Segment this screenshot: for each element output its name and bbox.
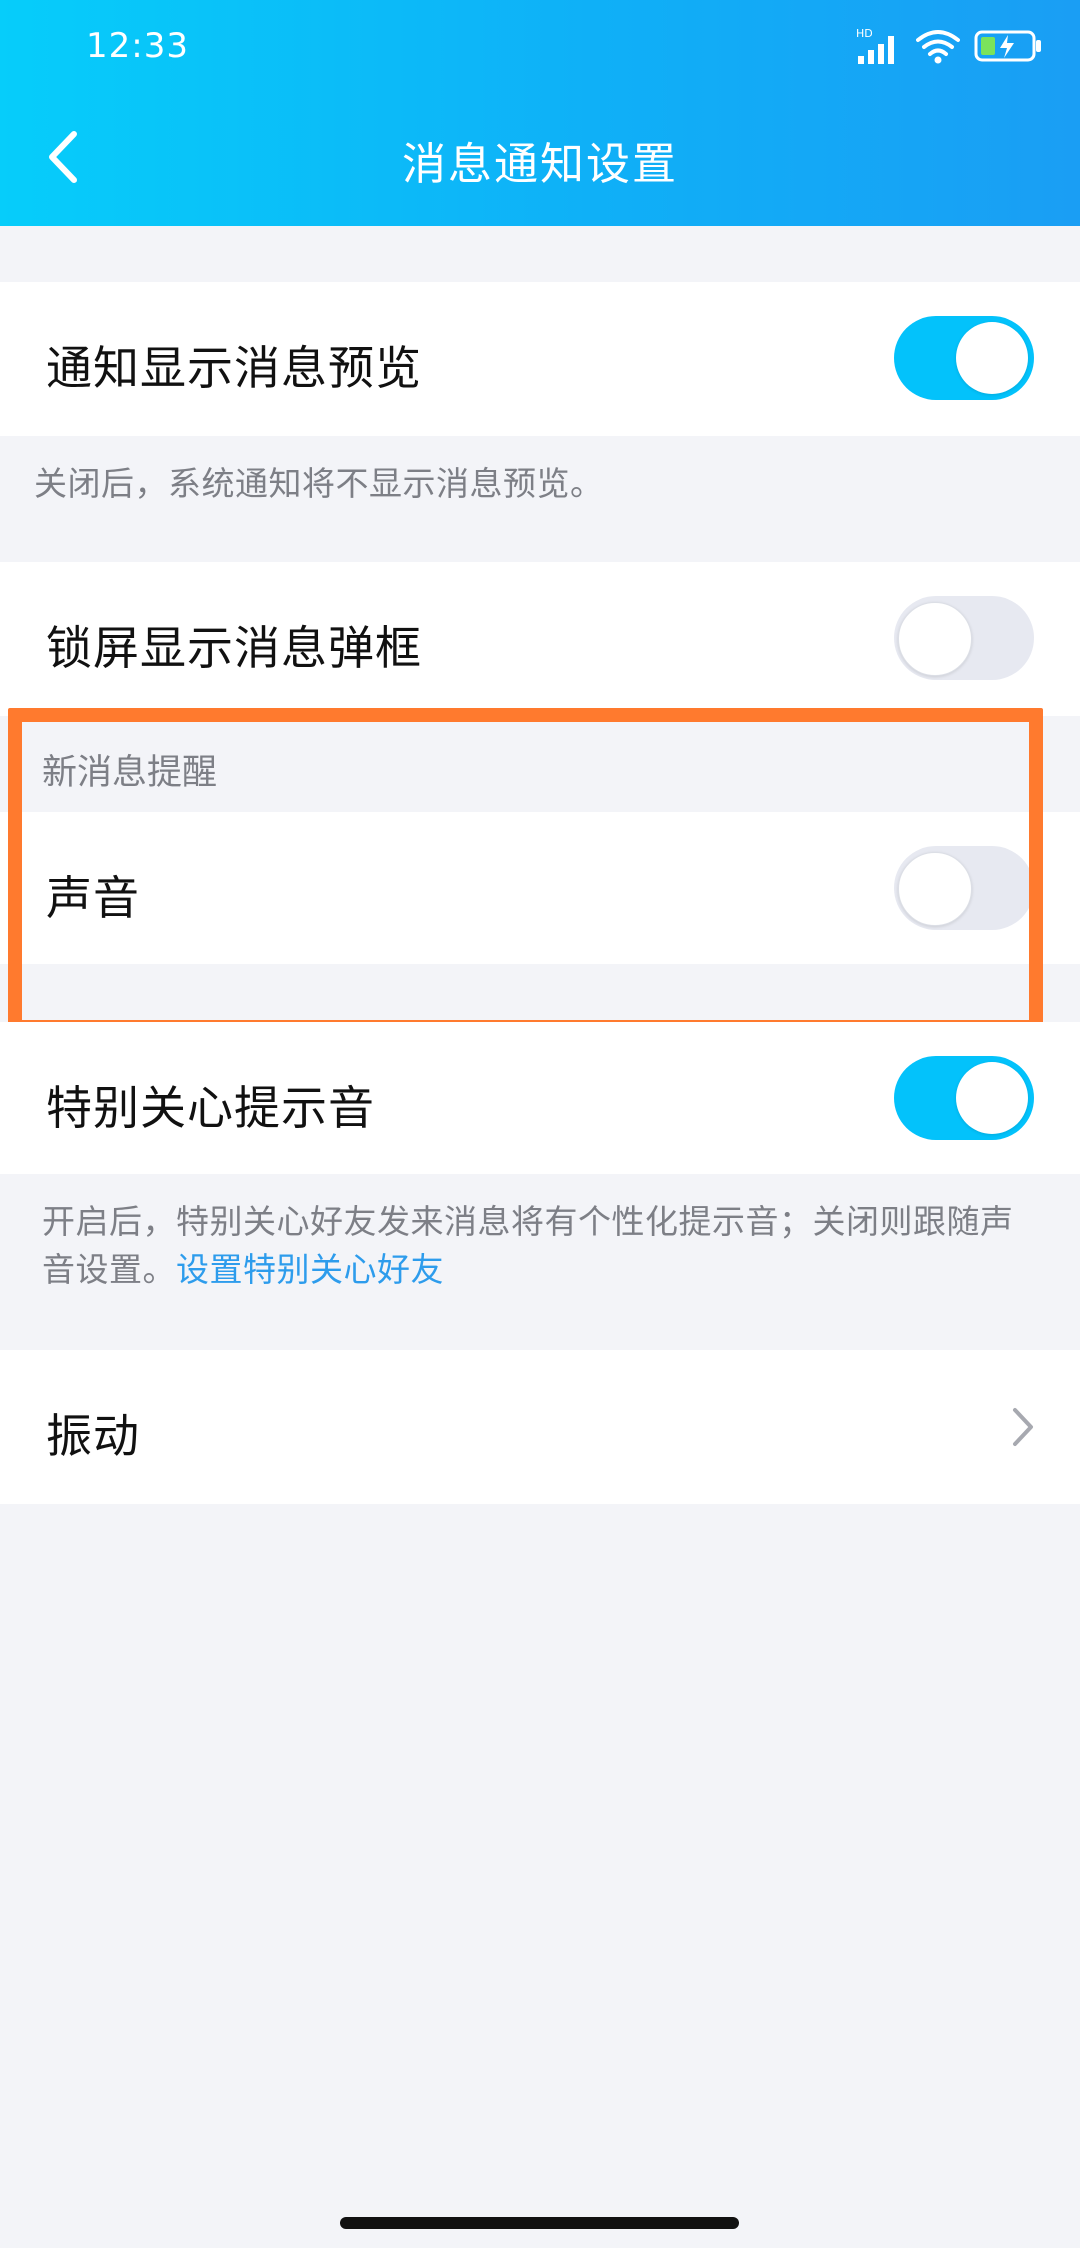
special-care-hint: 开启后，特别关心好友发来消息将有个性化提示音；关闭则跟随声音设置。设置特别关心好… xyxy=(42,1198,1042,1294)
page-title: 消息通知设置 xyxy=(402,139,678,190)
special-care-sound-row: 特别关心提示音 xyxy=(0,1022,1080,1174)
toggle-knob xyxy=(956,1062,1028,1134)
status-icons: HD xyxy=(856,26,1042,66)
special-care-sound-label: 特别关心提示音 xyxy=(46,1081,375,1135)
preview-setting-row: 通知显示消息预览 xyxy=(0,282,1080,436)
battery-icon xyxy=(974,30,1041,62)
wifi-icon xyxy=(916,30,960,64)
highlight-box xyxy=(8,708,1043,1034)
chevron-right-icon xyxy=(1013,1408,1033,1446)
vibration-setting-label: 振动 xyxy=(46,1409,140,1463)
toggle-knob xyxy=(956,322,1028,394)
home-indicator[interactable] xyxy=(340,2217,739,2229)
preview-setting-label: 通知显示消息预览 xyxy=(46,341,422,395)
app-header: 12:33 HD 消息通知设置 xyxy=(0,0,1080,226)
vibration-setting-row[interactable]: 振动 xyxy=(0,1350,1080,1504)
signal-icon: HD xyxy=(856,27,894,64)
hd-label: HD xyxy=(856,27,873,40)
lockscreen-setting-label: 锁屏显示消息弹框 xyxy=(46,621,422,675)
toggle-knob xyxy=(898,602,972,676)
preview-toggle[interactable] xyxy=(894,316,1034,400)
lockscreen-setting-row: 锁屏显示消息弹框 xyxy=(0,562,1080,716)
status-time: 12:33 xyxy=(86,26,189,66)
lockscreen-toggle[interactable] xyxy=(894,596,1034,680)
special-care-sound-toggle[interactable] xyxy=(894,1056,1034,1140)
special-care-friends-link[interactable]: 设置特别关心好友 xyxy=(176,1250,444,1289)
preview-hint: 关闭后，系统通知将不显示消息预览。 xyxy=(34,464,604,503)
